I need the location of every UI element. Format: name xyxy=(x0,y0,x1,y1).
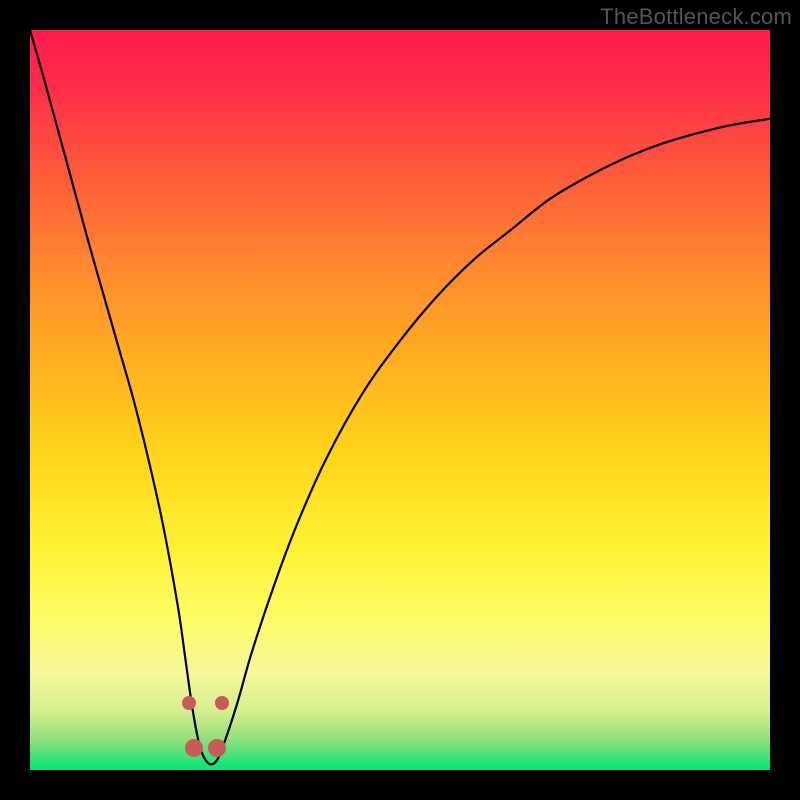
watermark-text: TheBottleneck.com xyxy=(600,4,792,30)
bottleneck-curve xyxy=(30,30,770,764)
nodule-left-lower xyxy=(185,739,203,757)
chart-frame xyxy=(30,30,770,770)
nodule-right-lower xyxy=(208,739,226,757)
chart-svg xyxy=(30,30,770,770)
